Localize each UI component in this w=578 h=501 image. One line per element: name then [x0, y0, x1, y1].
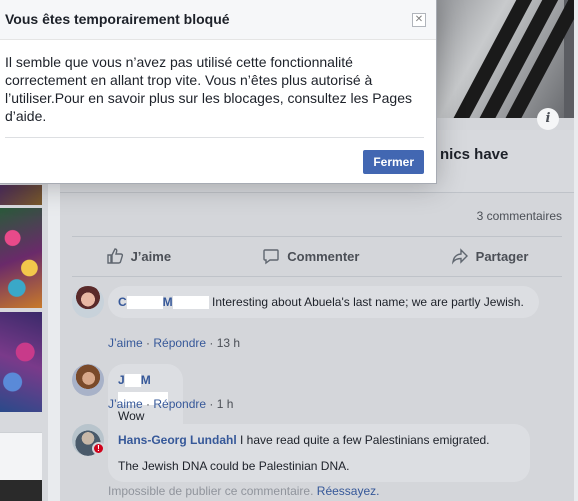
comment-bubble: CM Interesting about Abuela's last name;… — [108, 286, 539, 318]
info-icon[interactable]: i — [537, 108, 559, 130]
retry-link[interactable]: Réessayez. — [317, 484, 380, 498]
comment-text: Interesting about Abuela's last name; we… — [212, 295, 524, 309]
comment-button[interactable]: Commenter — [262, 247, 359, 265]
photo-thumbnail[interactable] — [0, 185, 42, 205]
comment-meta: J’aime · Répondre · 1 h — [108, 397, 234, 411]
comment-like-link[interactable]: J’aime — [108, 397, 143, 411]
comment-reply-link[interactable]: Répondre — [153, 336, 206, 350]
redaction — [172, 296, 209, 310]
comment-bubble: Hans-Georg Lundahl I have read quite a f… — [108, 424, 530, 482]
divider — [72, 276, 562, 277]
divider — [5, 137, 424, 138]
avatar[interactable] — [72, 286, 104, 318]
share-arrow-icon — [451, 248, 468, 265]
avatar[interactable] — [72, 364, 104, 396]
comments-count[interactable]: 3 commentaires — [477, 209, 562, 223]
comment-time[interactable]: 13 h — [217, 336, 240, 350]
error-text: Impossible de publier ce commentaire. — [108, 484, 314, 498]
comment-text: The Jewish DNA could be Palestinian DNA. — [118, 459, 350, 473]
photo-thumbnail[interactable] — [0, 312, 42, 412]
close-icon[interactable]: ✕ — [412, 13, 426, 27]
photo-thumbnail[interactable] — [0, 208, 42, 308]
divider — [60, 192, 574, 193]
like-button[interactable]: J’aime — [106, 247, 171, 265]
comment-like-link[interactable]: J’aime — [108, 336, 143, 350]
dialog-header: Vous êtes temporairement bloqué ✕ — [0, 0, 436, 40]
photo-thumbnail[interactable] — [0, 480, 42, 501]
link-title[interactable]: nics have — [440, 146, 508, 163]
comment-error: Impossible de publier ce commentaire. Ré… — [108, 484, 379, 498]
author-initial: C — [118, 295, 127, 309]
comment-reply-link[interactable]: Répondre — [153, 397, 206, 411]
comment-text: I have read quite a few Palestinians emi… — [240, 433, 490, 447]
comment-label: Commenter — [287, 248, 360, 264]
redaction — [126, 296, 163, 310]
comment-meta: J’aime · Répondre · 13 h — [108, 336, 241, 350]
share-button[interactable]: Partager — [451, 247, 529, 265]
thumbs-up-icon — [106, 248, 123, 264]
dialog-message: Il semble que vous n’avez pas utilisé ce… — [5, 54, 412, 124]
author-initial: J — [118, 373, 125, 387]
redaction — [124, 374, 141, 388]
speech-bubble-icon — [263, 249, 279, 265]
comment-time[interactable]: 1 h — [217, 397, 234, 411]
blocked-dialog: Vous êtes temporairement bloqué ✕ Il sem… — [0, 0, 437, 184]
share-label: Partager — [475, 248, 529, 264]
comment-author[interactable]: CM — [118, 295, 209, 310]
author-initial: M — [162, 295, 173, 309]
like-label: J’aime — [130, 248, 172, 264]
close-button[interactable]: Fermer — [363, 150, 424, 174]
comment-author[interactable]: Hans-Georg Lundahl — [118, 433, 237, 447]
divider — [72, 236, 562, 237]
error-icon: ! — [92, 442, 105, 455]
post-actions: J’aime Commenter Partager — [60, 238, 574, 274]
author-initial: M — [140, 373, 151, 387]
dialog-title: Vous êtes temporairement bloqué — [5, 11, 230, 27]
